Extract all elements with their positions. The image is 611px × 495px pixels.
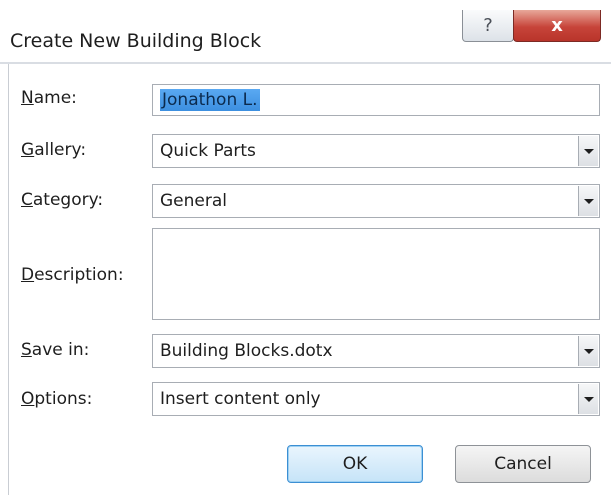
chevron-down-icon bbox=[583, 348, 594, 354]
gallery-dropdown-button[interactable] bbox=[578, 136, 598, 166]
category-label: Category: bbox=[21, 190, 104, 210]
name-input[interactable]: Jonathon L. bbox=[152, 84, 600, 116]
dialog-content: Name: Jonathon L. Gallery: Quick Parts C… bbox=[8, 64, 611, 495]
name-label: Name: bbox=[21, 88, 77, 108]
create-building-block-dialog: Create New Building Block ? x Name: Jona… bbox=[0, 0, 611, 495]
gallery-label: Gallery: bbox=[21, 140, 87, 160]
category-dropdown[interactable]: General bbox=[152, 184, 600, 218]
name-value: Jonathon L. bbox=[160, 89, 260, 111]
dialog-title: Create New Building Block bbox=[10, 30, 262, 52]
ok-button[interactable]: OK bbox=[287, 445, 423, 483]
save-in-value: Building Blocks.dotx bbox=[160, 341, 333, 361]
description-label: Description: bbox=[21, 265, 124, 285]
options-dropdown[interactable]: Insert content only bbox=[152, 382, 600, 416]
options-dropdown-button[interactable] bbox=[578, 384, 598, 414]
gallery-dropdown[interactable]: Quick Parts bbox=[152, 134, 600, 168]
cancel-button[interactable]: Cancel bbox=[455, 445, 591, 483]
category-value: General bbox=[160, 191, 227, 211]
options-value: Insert content only bbox=[160, 389, 321, 409]
help-button[interactable]: ? bbox=[462, 10, 514, 42]
save-in-label: Save in: bbox=[21, 340, 90, 360]
close-icon: x bbox=[551, 15, 563, 36]
gallery-value: Quick Parts bbox=[160, 141, 256, 161]
chevron-down-icon bbox=[583, 198, 594, 204]
save-in-dropdown[interactable]: Building Blocks.dotx bbox=[152, 334, 600, 368]
save-in-dropdown-button[interactable] bbox=[578, 336, 598, 366]
question-mark-icon: ? bbox=[483, 15, 493, 36]
category-dropdown-button[interactable] bbox=[578, 186, 598, 216]
description-textarea[interactable] bbox=[152, 228, 600, 320]
chevron-down-icon bbox=[583, 148, 594, 154]
chevron-down-icon bbox=[583, 396, 594, 402]
options-label: Options: bbox=[21, 389, 93, 409]
close-button[interactable]: x bbox=[513, 10, 601, 42]
